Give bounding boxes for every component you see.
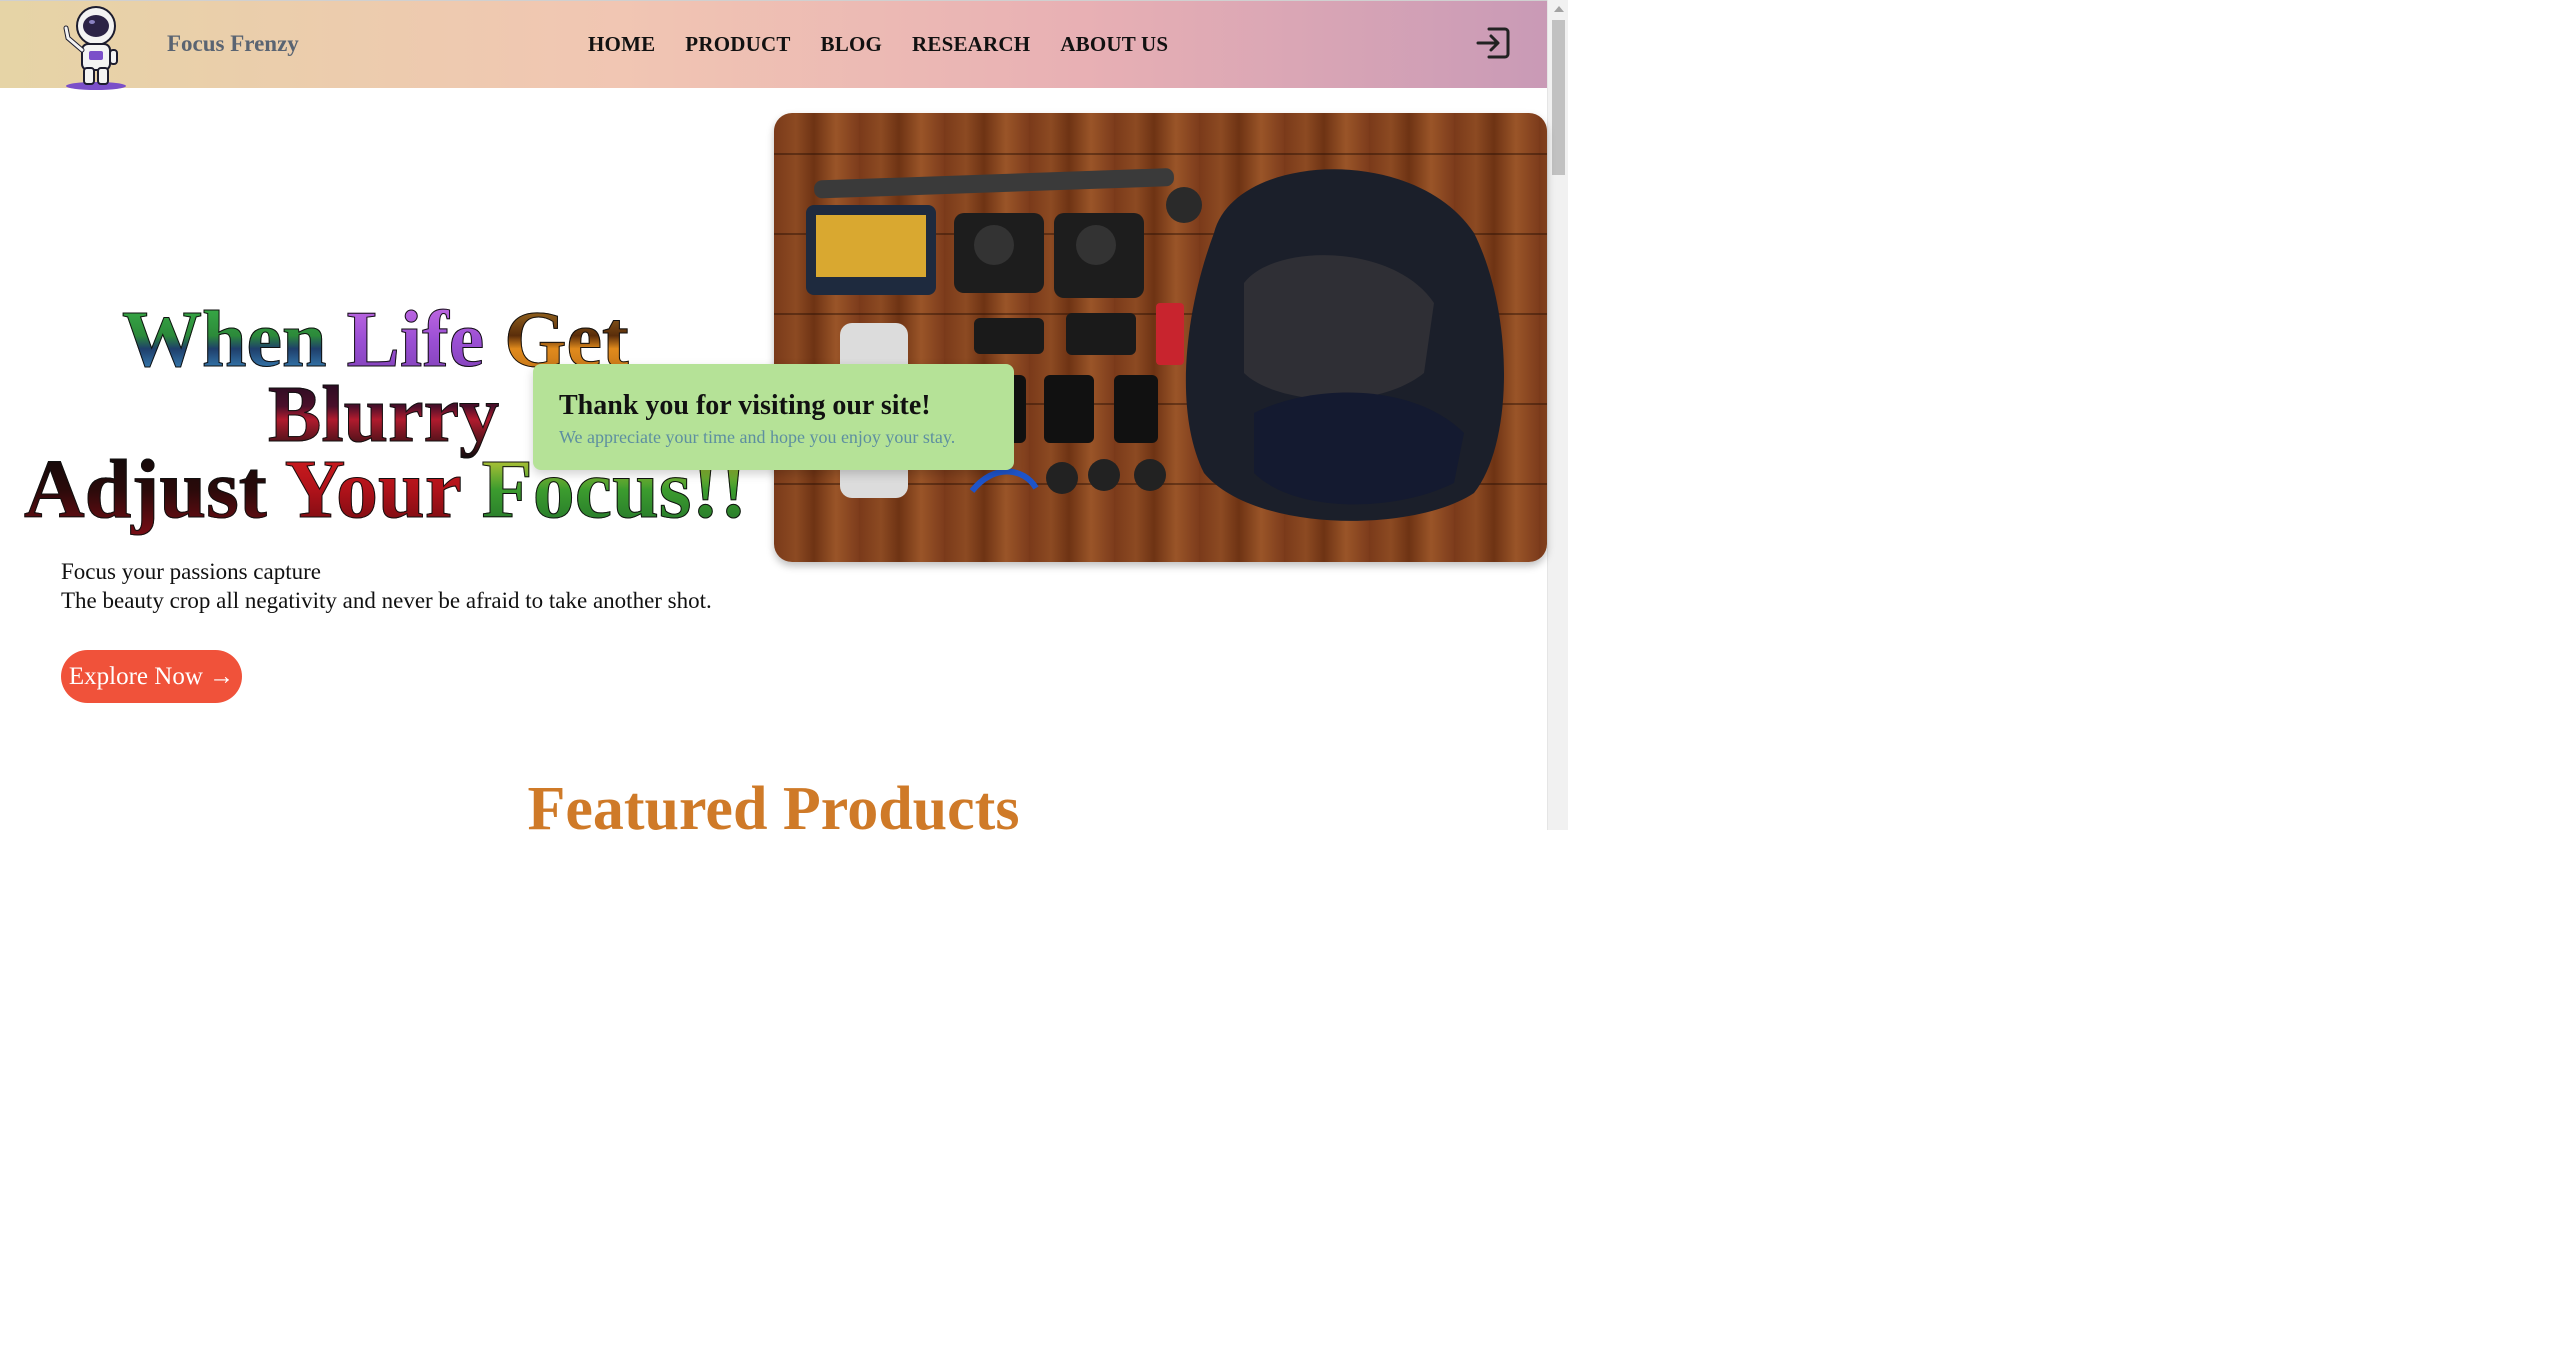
scroll-up-arrow-icon[interactable] <box>1548 0 1569 17</box>
thank-you-toast[interactable]: Thank you for visiting our site! We appr… <box>533 364 1014 470</box>
nav-product[interactable]: PRODUCT <box>685 32 790 57</box>
hero-subtitle-line-2: The beauty crop all negativity and never… <box>61 588 712 613</box>
nav-home[interactable]: HOME <box>588 32 655 57</box>
hero-subtitle-line-1: Focus your passions capture <box>61 559 321 584</box>
site-header: Focus Frenzy HOME PRODUCT BLOG RESEARCH … <box>0 0 1547 90</box>
hero-word: Your <box>284 443 461 536</box>
toast-message: We appreciate your time and hope you enj… <box>559 427 956 447</box>
page-scrollbar[interactable] <box>1547 0 1568 830</box>
main-nav: HOME PRODUCT BLOG RESEARCH ABOUT US <box>588 32 1198 57</box>
nav-about-us[interactable]: ABOUT US <box>1060 32 1168 57</box>
brand-name[interactable]: Focus Frenzy <box>167 31 299 57</box>
hero-subtitle: Focus your passions capture The beauty c… <box>61 557 712 615</box>
featured-products-heading: Featured Products <box>527 775 1020 843</box>
hero-word: Adjust <box>24 443 268 536</box>
astronaut-logo-icon[interactable] <box>58 4 130 90</box>
login-icon[interactable] <box>1475 25 1511 61</box>
scroll-thumb[interactable] <box>1552 20 1565 175</box>
explore-now-button[interactable]: Explore Now → <box>61 650 242 703</box>
nav-research[interactable]: RESEARCH <box>912 32 1030 57</box>
nav-blog[interactable]: BLOG <box>821 32 882 57</box>
hero-camera-gear-image <box>774 113 1547 562</box>
toast-title: Thank you for visiting our site! <box>559 390 931 421</box>
